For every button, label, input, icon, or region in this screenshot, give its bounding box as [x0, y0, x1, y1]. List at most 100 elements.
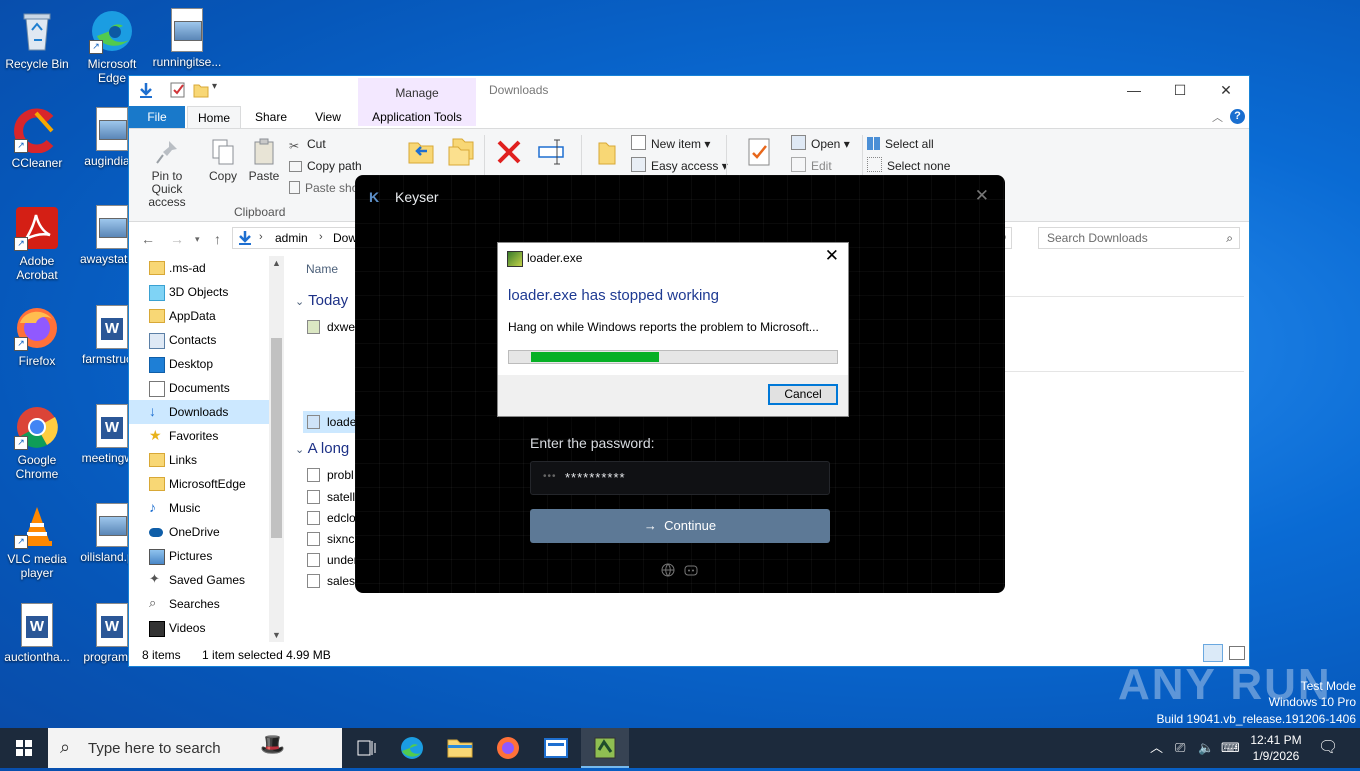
file-row-selected[interactable]: loade [307, 411, 356, 433]
file-row[interactable]: salest [307, 570, 358, 592]
nav-item-searches[interactable]: ⌕ Searches [149, 592, 220, 616]
new-item-button[interactable]: New item ▾ [631, 135, 710, 153]
nav-item-contacts[interactable]: Contacts [149, 328, 216, 352]
discord-icon[interactable] [684, 563, 698, 577]
new-folder-icon[interactable] [192, 81, 210, 99]
file-row[interactable]: under [307, 549, 358, 571]
scroll-up-icon[interactable]: ▲ [269, 258, 284, 268]
desktop-icon-ccleaner[interactable]: ↗ CCleaner [0, 107, 74, 170]
help-icon[interactable]: ? [1230, 109, 1245, 124]
copy-path-button[interactable]: Copy path [289, 157, 362, 175]
desktop-icon-firefox[interactable]: ↗ Firefox [0, 305, 74, 368]
desktop-icon-edge[interactable]: ↗ Microsoft Edge [75, 8, 149, 85]
breadcrumb-downloads[interactable]: Dow [333, 231, 357, 245]
volume-icon[interactable]: 🔈 [1198, 728, 1214, 768]
desktop-icon-vlc[interactable]: ↗ VLC media player [0, 503, 74, 580]
desktop-icon-acrobat[interactable]: ↗ Adobe Acrobat [0, 205, 74, 282]
cancel-button[interactable]: Cancel [768, 384, 838, 405]
customize-qat-icon[interactable]: ▾ [212, 81, 230, 99]
group-header-today[interactable]: ⌄ Today [295, 292, 348, 309]
file-row[interactable]: probl [307, 464, 354, 486]
pin-quick-access-button[interactable]: Pin to Quick access [135, 137, 199, 209]
continue-button[interactable]: → Continue [530, 509, 830, 543]
tab-application-tools[interactable]: Application Tools [360, 106, 474, 128]
desktop-icon-recycle-bin[interactable]: Recycle Bin [0, 8, 74, 71]
properties-icon[interactable] [169, 81, 187, 99]
rename-button[interactable] [529, 137, 573, 170]
column-header-name[interactable]: Name [306, 262, 338, 276]
file-row[interactable]: sixnc. [307, 528, 358, 550]
notification-icon[interactable]: 🗨 [1318, 728, 1338, 768]
desktop-icon-runningitse[interactable]: runningitse... [150, 8, 224, 69]
scroll-down-icon[interactable]: ▼ [269, 630, 284, 640]
properties-button[interactable] [737, 137, 781, 170]
select-none-button[interactable]: Select none [867, 157, 950, 175]
taskbar-app-window[interactable] [532, 728, 580, 768]
maximize-button[interactable]: ☐ [1157, 76, 1203, 104]
nav-item-music[interactable]: ♪ Music [149, 496, 200, 520]
taskbar-search-box[interactable]: ⌕ Type here to search 🎩 [48, 728, 342, 768]
new-folder-button[interactable] [585, 137, 629, 170]
move-to-button[interactable] [399, 137, 443, 170]
up-arrow-icon[interactable]: ↑ [214, 231, 221, 247]
nav-item-saved-games[interactable]: ✦ Saved Games [149, 568, 245, 592]
cut-button[interactable]: ✂ Cut [289, 135, 326, 153]
taskbar-loader[interactable] [581, 728, 629, 768]
nav-item-links[interactable]: Links [149, 448, 197, 472]
tab-view[interactable]: View [305, 106, 351, 128]
taskbar-file-explorer[interactable] [436, 728, 484, 768]
minimize-button[interactable]: — [1111, 76, 1157, 104]
desktop-icon-chrome[interactable]: ↗ Google Chrome [0, 404, 74, 481]
close-button[interactable]: ✕ [1203, 76, 1249, 104]
back-arrow-icon[interactable]: ← [141, 231, 155, 247]
nav-item-microsoftedge[interactable]: MicrosoftEdge [149, 472, 246, 496]
scroll-thumb[interactable] [271, 338, 282, 538]
taskbar-edge[interactable] [388, 728, 436, 768]
password-field[interactable]: ••• ********** [530, 461, 830, 495]
edit-button[interactable]: Edit [791, 157, 832, 175]
search-input[interactable]: Search Downloads ⌕ [1038, 227, 1240, 249]
open-button[interactable]: Open ▾ [791, 135, 850, 153]
dialog-close-icon[interactable]: ✕ [825, 246, 839, 266]
nav-item-onedrive[interactable]: OneDrive [149, 520, 220, 544]
copy-button[interactable]: Copy [201, 137, 245, 183]
keyser-close-icon[interactable]: ✕ [975, 186, 989, 206]
network-icon[interactable]: ⎚ [1175, 728, 1185, 768]
desktop-icon-auctiontha[interactable]: W auctiontha... [0, 603, 74, 664]
copy-to-button[interactable] [439, 137, 483, 170]
tab-file[interactable]: File [129, 106, 185, 128]
select-all-button[interactable]: Select all [867, 135, 934, 153]
nav-item-appdata[interactable]: AppData [149, 304, 216, 328]
nav-scrollbar[interactable]: ▲ ▼ [269, 256, 284, 642]
file-row[interactable]: satelli [307, 486, 358, 508]
file-row[interactable]: dxwe [307, 316, 355, 338]
download-arrow-icon[interactable] [137, 81, 155, 99]
tab-home[interactable]: Home [187, 106, 241, 128]
nav-item-3d-objects[interactable]: 3D Objects [149, 280, 228, 304]
large-icons-view-icon[interactable] [1229, 646, 1245, 660]
file-row[interactable]: edclo [307, 507, 356, 529]
easy-access-button[interactable]: Easy access ▾ [631, 157, 728, 175]
recent-locations-icon[interactable]: ▾ [195, 234, 200, 245]
nav-item-pictures[interactable]: Pictures [149, 544, 212, 568]
nav-item-documents[interactable]: Documents [149, 376, 230, 400]
nav-item-downloads[interactable]: ↓ Downloads [149, 400, 228, 424]
collapse-ribbon-icon[interactable]: ︿ [1212, 109, 1223, 125]
task-view-button[interactable] [342, 728, 390, 768]
paste-shortcut-button[interactable]: Paste sho [289, 179, 358, 197]
globe-icon[interactable] [661, 563, 675, 577]
start-button[interactable] [0, 728, 48, 768]
nav-item-desktop[interactable]: Desktop [149, 352, 213, 376]
group-header-a-long-time-ago[interactable]: ⌄ A long [295, 440, 349, 457]
forward-arrow-icon[interactable]: → [170, 231, 184, 247]
paste-button[interactable]: Paste [242, 137, 286, 183]
breadcrumb-admin[interactable]: admin [275, 231, 308, 245]
taskbar-firefox[interactable] [484, 728, 532, 768]
nav-item-ms-ad[interactable]: .ms-ad [149, 256, 206, 280]
taskbar-clock[interactable]: 12:41 PM 1/9/2026 [1236, 732, 1316, 764]
show-hidden-icons[interactable]: ︿ [1150, 728, 1163, 768]
delete-button[interactable] [487, 137, 531, 170]
tab-share[interactable]: Share [247, 106, 295, 128]
nav-item-videos[interactable]: Videos [149, 616, 205, 640]
nav-item-favorites[interactable]: ★ Favorites [149, 424, 218, 448]
